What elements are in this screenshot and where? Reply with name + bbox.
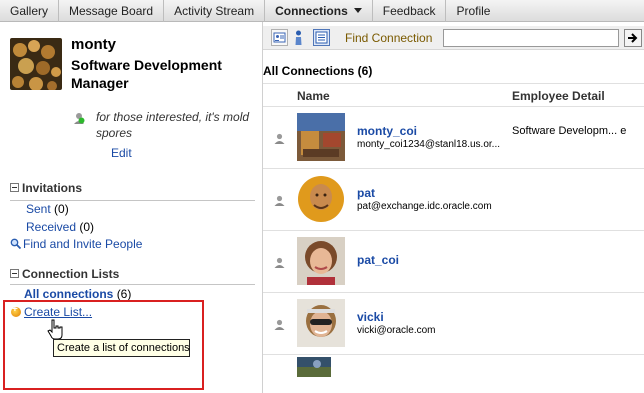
- find-connection-label: Find Connection: [345, 31, 433, 45]
- find-connection-input[interactable]: [443, 29, 619, 47]
- nav-connections[interactable]: Connections: [265, 0, 373, 22]
- connection-photo[interactable]: [297, 299, 345, 347]
- presence-icon: [274, 195, 285, 206]
- nav-activity-stream[interactable]: Activity Stream: [164, 0, 266, 22]
- sent-invitations-label: Sent: [26, 202, 51, 216]
- profile-sidebar: monty Software Development Manager for t…: [0, 22, 262, 393]
- invitations-heading[interactable]: Invitations: [10, 181, 82, 195]
- create-list-link[interactable]: Create List...: [24, 305, 92, 319]
- column-header-name[interactable]: Name: [297, 89, 330, 103]
- connection-email: monty_coi1234@stanl18.us.or...: [357, 139, 501, 150]
- all-connections-label: All connections: [24, 287, 114, 301]
- all-connections-heading: All Connections (6): [263, 64, 373, 78]
- presence-icon: [274, 133, 285, 144]
- list-view-button[interactable]: [313, 29, 330, 46]
- arrow-right-icon: [628, 33, 638, 43]
- top-nav: Gallery Message Board Activity Stream Co…: [0, 0, 644, 22]
- connection-detail: Software Developm... e: [512, 125, 627, 137]
- hand-cursor-icon: [47, 319, 63, 340]
- connections-table-header: Name Employee Detail: [263, 83, 644, 107]
- presence-icon: [274, 319, 285, 330]
- find-go-button[interactable]: [624, 29, 642, 47]
- sent-invitations-link[interactable]: Sent (0): [26, 202, 69, 216]
- edit-status-link[interactable]: Edit: [111, 146, 132, 160]
- invitations-heading-label: Invitations: [22, 181, 83, 195]
- table-row: pat pat@exchange.idc.oracle.com: [263, 169, 644, 231]
- nav-gallery[interactable]: Gallery: [0, 0, 60, 22]
- collapse-icon: [10, 183, 19, 192]
- chevron-down-icon: [353, 7, 362, 13]
- collapse-icon: [10, 269, 19, 278]
- table-row: monty_coi monty_coi1234@stanl18.us.or...…: [263, 107, 644, 169]
- table-row: pat_coi: [263, 231, 644, 293]
- tooltip: Create a list of connections: [53, 339, 190, 357]
- nav-feedback[interactable]: Feedback: [373, 0, 447, 22]
- avatar: [10, 38, 62, 90]
- nav-profile[interactable]: Profile: [446, 0, 500, 22]
- divider: [10, 200, 255, 201]
- received-invitations-label: Received: [26, 220, 77, 234]
- connections-toolbar: Find Connection: [263, 26, 644, 50]
- received-invitations-count: (0): [79, 220, 95, 234]
- status-message: for those interested, it's mold spores: [96, 110, 250, 140]
- connection-name-link[interactable]: pat: [357, 186, 375, 200]
- connection-lists-heading-label: Connection Lists: [22, 267, 120, 281]
- add-icon: [11, 304, 21, 317]
- connection-photo[interactable]: [297, 175, 345, 223]
- connection-name-link[interactable]: vicki: [357, 310, 384, 324]
- connection-name-link[interactable]: monty_coi: [357, 124, 417, 138]
- card-view-icon: [273, 32, 286, 43]
- divider: [10, 284, 255, 285]
- all-connections-count: (6): [116, 287, 132, 301]
- table-row: [263, 355, 644, 393]
- column-header-detail[interactable]: Employee Detail: [512, 89, 605, 103]
- presence-icon: [274, 257, 285, 268]
- person-view-button[interactable]: [291, 29, 308, 46]
- sent-invitations-count: (0): [54, 202, 69, 216]
- connection-email: vicki@oracle.com: [357, 325, 436, 336]
- find-invite-people-link[interactable]: Find and Invite People: [10, 237, 142, 251]
- connection-photo[interactable]: [297, 357, 331, 377]
- presence-icon: [74, 113, 85, 124]
- table-row: vicki vicki@oracle.com: [263, 293, 644, 355]
- received-invitations-link[interactable]: Received (0): [26, 220, 94, 234]
- profile-name: monty: [71, 36, 116, 53]
- all-connections-link[interactable]: All connections (6): [24, 287, 131, 301]
- nav-message-board[interactable]: Message Board: [59, 0, 165, 22]
- nav-connections-label: Connections: [275, 3, 348, 18]
- profile-title: Software Development Manager: [71, 57, 222, 91]
- connection-photo[interactable]: [297, 237, 345, 285]
- connection-email: pat@exchange.idc.oracle.com: [357, 201, 492, 212]
- connection-photo[interactable]: [297, 113, 345, 161]
- connection-lists-heading[interactable]: Connection Lists: [10, 267, 119, 281]
- person-icon: [295, 30, 302, 45]
- list-view-icon: [315, 31, 328, 44]
- card-view-button[interactable]: [271, 29, 288, 46]
- find-invite-people-label: Find and Invite People: [23, 237, 143, 251]
- connection-name-link[interactable]: pat_coi: [357, 253, 399, 267]
- search-icon: [10, 238, 22, 250]
